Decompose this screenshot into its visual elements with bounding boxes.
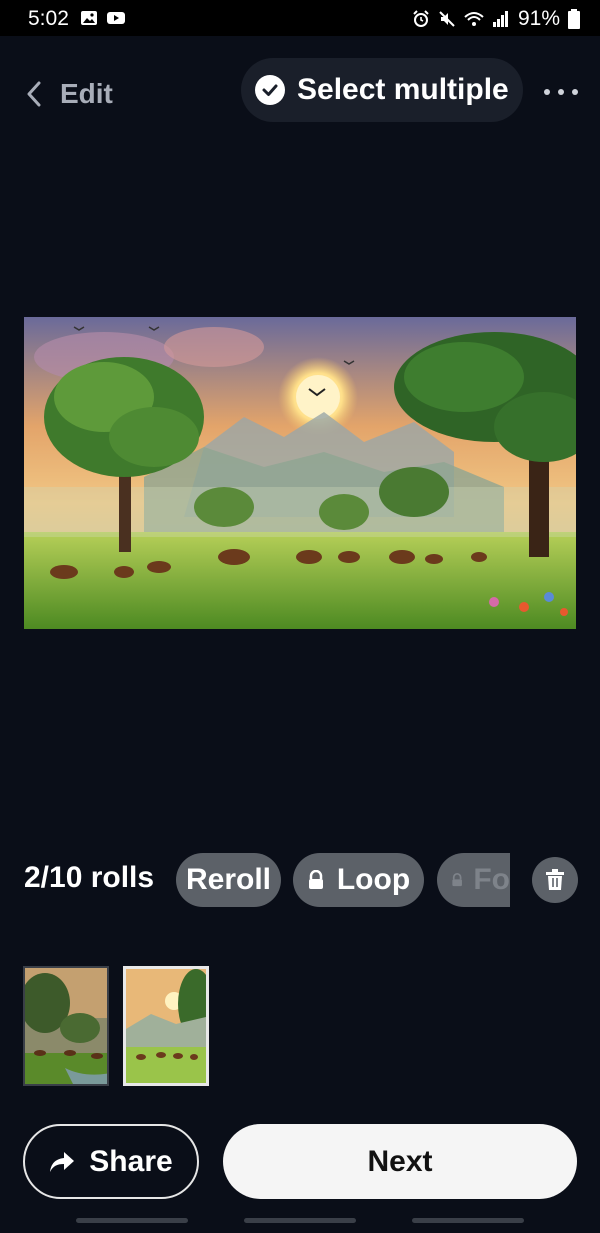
signal-icon xyxy=(492,11,508,27)
main-image[interactable] xyxy=(24,317,576,629)
share-label: Share xyxy=(89,1144,173,1178)
status-left-icons xyxy=(80,9,126,27)
trash-icon xyxy=(546,869,564,890)
mute-icon xyxy=(439,11,455,27)
back-button[interactable]: Edit xyxy=(26,74,126,114)
thumbnail-2-selected[interactable] xyxy=(123,966,209,1086)
select-multiple-button[interactable]: Select multiple xyxy=(241,58,523,122)
wifi-icon xyxy=(464,12,484,26)
loop-button[interactable]: Loop xyxy=(293,853,424,907)
next-label: Next xyxy=(367,1144,433,1178)
locked-feature-button[interactable]: Fo xyxy=(437,853,510,907)
delete-button[interactable] xyxy=(532,857,578,903)
thumbnail-image xyxy=(25,968,107,1084)
lock-icon xyxy=(452,873,462,887)
back-label: Edit xyxy=(60,78,113,109)
nav-handle-right[interactable] xyxy=(412,1218,524,1223)
thumbnail-image xyxy=(126,969,206,1083)
reroll-button[interactable]: Reroll xyxy=(176,853,281,907)
status-time: 5:02 xyxy=(28,7,69,30)
rolls-row: 2/10 rolls Reroll Loop Fo xyxy=(0,853,600,909)
battery-percent: 91% xyxy=(517,7,560,30)
top-bar: Edit Select multiple xyxy=(0,58,600,124)
image-icon xyxy=(81,11,97,25)
locked-feature-label: Fo xyxy=(473,863,510,896)
status-bar: 5:02 91% xyxy=(0,0,600,36)
reroll-label: Reroll xyxy=(185,863,272,896)
nav-handle-center[interactable] xyxy=(244,1218,356,1223)
check-circle-icon xyxy=(255,75,285,105)
nav-handle-left[interactable] xyxy=(76,1218,188,1223)
share-arrow-icon xyxy=(50,1151,75,1172)
select-multiple-label: Select multiple xyxy=(297,73,509,106)
thumbnail-1[interactable] xyxy=(23,966,109,1086)
next-button[interactable]: Next xyxy=(223,1124,577,1199)
landscape-image xyxy=(24,317,576,629)
more-icon[interactable] xyxy=(544,80,578,104)
share-button[interactable]: Share xyxy=(23,1124,199,1199)
lock-icon xyxy=(308,870,323,889)
alarm-icon xyxy=(413,10,429,27)
system-nav-bar xyxy=(0,1212,600,1233)
battery-icon xyxy=(568,9,580,29)
youtube-icon xyxy=(107,12,125,24)
chevron-left-icon xyxy=(27,81,41,107)
rolls-count: 2/10 rolls xyxy=(24,861,155,894)
status-right-icons: 91% xyxy=(412,7,580,31)
loop-label: Loop xyxy=(336,863,411,896)
